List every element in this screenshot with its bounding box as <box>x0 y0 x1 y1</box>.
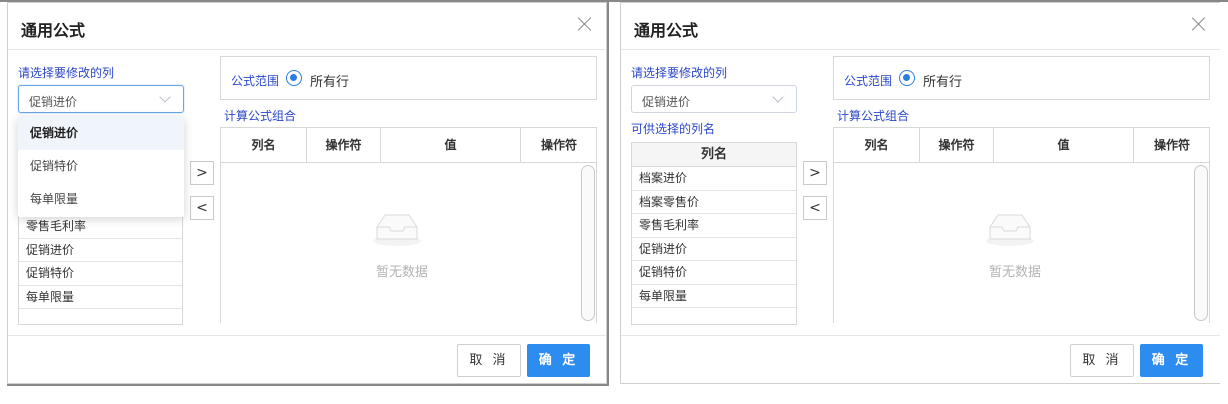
list-item[interactable]: 零售毛利率 <box>19 215 182 239</box>
formula-combo-label: 计算公式组合 <box>837 109 910 123</box>
formula-table: 列名 操作符 值 操作符 暂无数据 <box>220 127 597 323</box>
move-left-button[interactable]: < <box>190 196 214 220</box>
footer-divider <box>8 335 606 336</box>
table-scrollbar[interactable] <box>581 165 595 321</box>
move-left-button[interactable]: < <box>803 196 827 220</box>
dropdown-option[interactable]: 促销特价 <box>18 150 184 183</box>
formula-combo-label: 计算公式组合 <box>224 109 297 123</box>
chevron-down-icon <box>159 91 171 103</box>
scope-radio[interactable] <box>286 70 302 86</box>
select-column-label: 请选择要修改的列 <box>631 66 728 80</box>
table-header: 列名 操作符 值 操作符 <box>834 127 1209 163</box>
dropdown-option[interactable]: 促销进价 <box>18 117 184 150</box>
footer-divider <box>621 335 1220 336</box>
close-icon[interactable] <box>576 15 594 33</box>
list-item[interactable]: 每单限量 <box>19 286 182 309</box>
cancel-button[interactable]: 取 消 <box>457 344 521 377</box>
empty-inbox-icon <box>986 214 1034 246</box>
column-header: 值 <box>381 128 521 162</box>
empty-inbox-icon <box>373 214 421 246</box>
formula-scope-box: 公式范围 所有行 <box>833 56 1210 100</box>
scope-radio[interactable] <box>899 70 915 86</box>
confirm-button[interactable]: 确 定 <box>527 344 590 377</box>
close-icon[interactable] <box>1190 15 1208 33</box>
list-item[interactable]: 促销进价 <box>19 239 182 262</box>
list-item[interactable]: 档案零售价 <box>632 191 796 214</box>
column-header: 值 <box>994 128 1134 162</box>
header-divider <box>8 49 606 50</box>
column-select-value: 促销进价 <box>29 95 78 109</box>
column-dropdown: 促销进价 促销特价 每单限量 <box>18 117 184 217</box>
list-item[interactable]: 促销特价 <box>632 261 796 285</box>
cancel-button[interactable]: 取 消 <box>1070 344 1134 377</box>
column-header: 操作符 <box>540 138 577 152</box>
formula-dialog-right: 通用公式 请选择要修改的列 促销进价 可供选择的列名 列名 档案进价 档案零售价… <box>620 2 1220 384</box>
move-right-button[interactable]: > <box>803 161 827 185</box>
formula-table: 列名 操作符 值 操作符 暂无数据 <box>833 127 1210 323</box>
list-header: 列名 <box>632 143 796 167</box>
scope-option-label: 所有行 <box>923 75 963 90</box>
column-select[interactable]: 促销进价 <box>18 85 184 113</box>
frame-line <box>7 384 609 386</box>
column-select-value: 促销进价 <box>642 95 691 109</box>
formula-dialog-left: 通用公式 请选择要修改的列 促销进价 促销进价 促销特价 每单限量 零售毛利率 … <box>7 2 607 384</box>
scope-option-label: 所有行 <box>310 75 350 90</box>
column-select[interactable]: 促销进价 <box>631 85 797 113</box>
column-header: 操作符 <box>307 128 381 162</box>
select-column-label: 请选择要修改的列 <box>18 66 115 80</box>
dialog-title: 通用公式 <box>634 21 699 40</box>
dropdown-option[interactable]: 每单限量 <box>18 183 184 216</box>
available-columns-list: 零售毛利率 促销进价 促销特价 每单限量 <box>18 199 183 325</box>
column-header: 列名 <box>834 128 920 162</box>
table-scrollbar[interactable] <box>1194 165 1208 321</box>
scope-label: 公式范围 <box>231 74 280 88</box>
header-divider <box>621 49 1220 50</box>
dialog-title: 通用公式 <box>21 21 86 40</box>
column-header: 列名 <box>221 128 307 162</box>
table-header: 列名 操作符 值 操作符 <box>221 127 596 163</box>
empty-text: 暂无数据 <box>988 265 1041 280</box>
list-item[interactable]: 每单限量 <box>632 285 796 308</box>
scope-label: 公式范围 <box>844 74 893 88</box>
list-item[interactable]: 档案进价 <box>632 167 796 191</box>
list-item[interactable]: 促销进价 <box>632 238 796 261</box>
frame-line <box>607 0 609 386</box>
column-header: 操作符 <box>1153 138 1190 152</box>
column-header: 操作符 <box>920 128 994 162</box>
available-columns-label: 可供选择的列名 <box>631 122 716 136</box>
move-right-button[interactable]: > <box>190 161 214 185</box>
chevron-down-icon <box>772 91 784 103</box>
list-item[interactable]: 零售毛利率 <box>632 214 796 238</box>
list-item[interactable]: 促销特价 <box>19 262 182 286</box>
formula-scope-box: 公式范围 所有行 <box>220 56 597 100</box>
available-columns-list: 列名 档案进价 档案零售价 零售毛利率 促销进价 促销特价 每单限量 <box>631 142 797 325</box>
empty-text: 暂无数据 <box>375 265 428 280</box>
confirm-button[interactable]: 确 定 <box>1140 344 1203 377</box>
